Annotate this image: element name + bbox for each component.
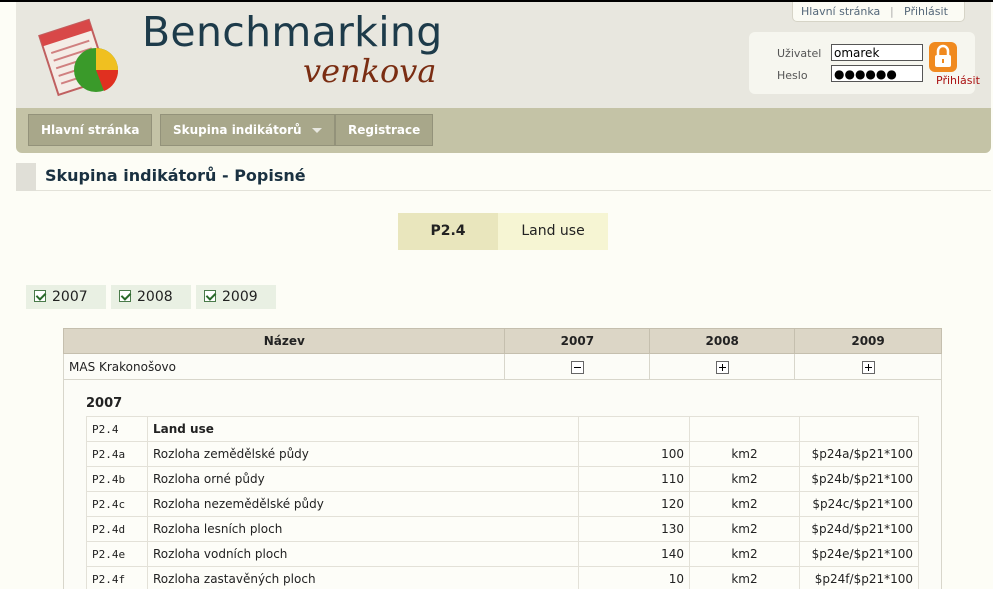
username-label: Uživatel [777, 47, 822, 60]
row-code: P2.4f [86, 566, 148, 589]
login-button-label[interactable]: Přihlásit [936, 74, 980, 87]
nav-groups-button[interactable]: Skupina indikátorů [160, 114, 335, 146]
cell-2008 [649, 353, 796, 380]
col-header-2008: 2008 [649, 328, 796, 354]
row-value: 100 [578, 441, 690, 467]
row-code: P2.4e [86, 541, 148, 567]
cell-2009 [794, 353, 942, 380]
table-row: MAS Krakonošovo [62, 353, 942, 380]
row-unit: km2 [689, 516, 800, 542]
lock-icon[interactable] [928, 41, 958, 73]
row-unit: km2 [689, 566, 800, 589]
col-header-2007: 2007 [504, 328, 651, 354]
row-code: P2.4a [86, 441, 148, 467]
year-filter-label: 2008 [137, 289, 173, 305]
row-value: 140 [578, 541, 690, 567]
row-code: P2.4c [86, 491, 148, 517]
row-unit: km2 [689, 491, 800, 517]
checkbox-checked-icon[interactable] [34, 290, 46, 302]
password-input[interactable] [831, 65, 923, 82]
year-filter-label: 2009 [222, 289, 258, 305]
row-formula: $p24f/$p21*100 [799, 566, 919, 589]
table-header-row: Název 2007 2008 2009 [62, 328, 942, 354]
row-name: Land use [147, 416, 579, 442]
top-links: Hlavní stránka | Přihlásit [792, 2, 965, 22]
row-unit: km2 [689, 441, 800, 467]
row-unit [689, 416, 800, 442]
row-formula: $p24b/$p21*100 [799, 466, 919, 492]
app-subtitle: venkova [303, 52, 437, 90]
row-formula [799, 416, 919, 442]
row-unit: km2 [689, 541, 800, 567]
top-link-home[interactable]: Hlavní stránka [801, 5, 880, 18]
page-title: Skupina indikátorů - Popisné [45, 166, 306, 185]
row-name: Rozloha orné půdy [147, 466, 579, 492]
table-row: P2.4e Rozloha vodních ploch 140 km2 $p24… [86, 541, 919, 567]
row-name: Rozloha vodních ploch [147, 541, 579, 567]
row-value: 130 [578, 516, 690, 542]
row-value: 120 [578, 491, 690, 517]
expand-icon[interactable] [715, 360, 729, 374]
year-filter-2009[interactable]: 2009 [196, 285, 276, 309]
results-table: Název 2007 2008 2009 MAS Krakonošovo [62, 328, 942, 380]
nav-groups-label: Skupina indikátorů [173, 123, 302, 137]
year-filter-label: 2007 [52, 289, 88, 305]
row-code: P2.4d [86, 516, 148, 542]
row-formula: $p24e/$p21*100 [799, 541, 919, 567]
username-input[interactable] [831, 44, 923, 61]
row-name: Rozloha zemědělské půdy [147, 441, 579, 467]
row-code: P2.4 [86, 416, 148, 442]
nav-home-button[interactable]: Hlavní stránka [28, 114, 153, 146]
indicator-name: Land use [498, 213, 608, 250]
detail-table: P2.4 Land use P2.4a Rozloha zemědělské p… [86, 416, 919, 589]
checkbox-checked-icon[interactable] [204, 290, 216, 302]
row-value [578, 416, 690, 442]
table-row: P2.4a Rozloha zemědělské půdy 100 km2 $p… [86, 441, 919, 467]
row-name: Rozloha nezemědělské půdy [147, 491, 579, 517]
detail-year-heading: 2007 [86, 396, 123, 411]
table-row: P2.4 Land use [86, 416, 919, 442]
collapse-icon[interactable] [570, 360, 584, 374]
password-label: Heslo [777, 69, 808, 82]
top-link-login[interactable]: Přihlásit [904, 5, 948, 18]
table-row: P2.4f Rozloha zastavěných ploch 10 km2 $… [86, 566, 919, 589]
row-name: MAS Krakonošovo [62, 353, 506, 380]
checkbox-checked-icon[interactable] [119, 290, 131, 302]
top-link-separator: | [890, 5, 894, 18]
table-row: P2.4b Rozloha orné půdy 110 km2 $p24b/$p… [86, 466, 919, 492]
main-nav: Hlavní stránka Skupina indikátorů Regist… [16, 108, 991, 153]
col-header-2009: 2009 [794, 328, 942, 354]
row-code: P2.4b [86, 466, 148, 492]
nav-register-label: Registrace [348, 123, 421, 137]
app-title: Benchmarking [142, 8, 443, 56]
year-filter-2008[interactable]: 2008 [111, 285, 191, 309]
row-value: 10 [578, 566, 690, 589]
table-row: P2.4c Rozloha nezemědělské půdy 120 km2 … [86, 491, 919, 517]
table-row: P2.4d Rozloha lesních ploch 130 km2 $p24… [86, 516, 919, 542]
row-name: Rozloha zastavěných ploch [147, 566, 579, 589]
row-formula: $p24a/$p21*100 [799, 441, 919, 467]
indicator-code: P2.4 [398, 213, 498, 250]
row-unit: km2 [689, 466, 800, 492]
expand-icon[interactable] [861, 360, 875, 374]
col-header-name: Název [62, 328, 506, 354]
chevron-down-icon [311, 128, 322, 133]
row-name: Rozloha lesních ploch [147, 516, 579, 542]
nav-home-label: Hlavní stránka [41, 123, 140, 137]
row-value: 110 [578, 466, 690, 492]
row-formula: $p24c/$p21*100 [799, 491, 919, 517]
chart-logo-icon [38, 18, 119, 97]
year-filter-2007[interactable]: 2007 [26, 285, 106, 309]
cell-2007 [504, 353, 651, 380]
page-title-marker [16, 163, 36, 191]
nav-register-button[interactable]: Registrace [335, 114, 434, 146]
row-formula: $p24d/$p21*100 [799, 516, 919, 542]
